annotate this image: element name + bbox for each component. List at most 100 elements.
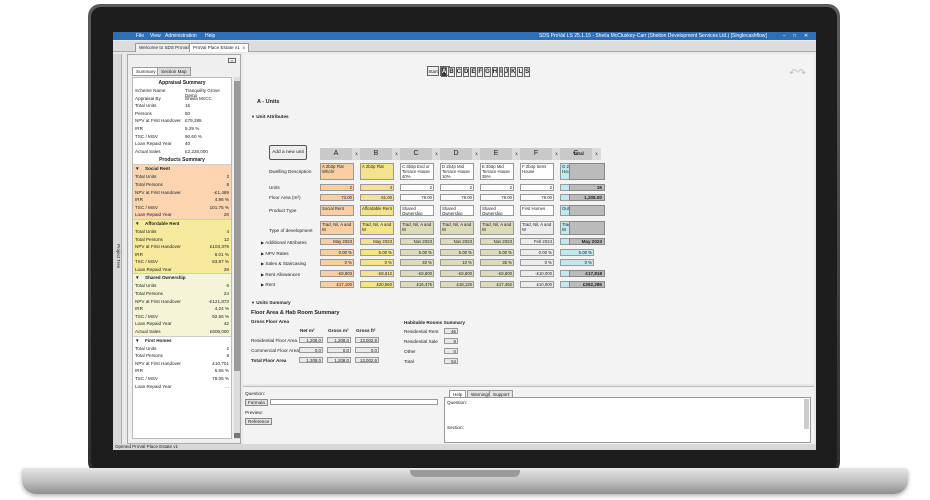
- sales-staircasing[interactable]: 0 %: [560, 259, 594, 266]
- tab-support[interactable]: Support: [489, 390, 514, 398]
- section-letter-c[interactable]: C: [455, 67, 463, 77]
- product-type-select[interactable]: Shared Ownership: [480, 205, 514, 216]
- section-letter-f[interactable]: F: [477, 67, 484, 77]
- units-input[interactable]: 2: [440, 184, 474, 191]
- section-letter-k[interactable]: K: [510, 67, 517, 77]
- product-type-select[interactable]: Affordable Rent: [360, 205, 394, 216]
- minimize-button[interactable]: –: [783, 33, 786, 39]
- delete-column-icon[interactable]: x: [592, 148, 601, 160]
- product-header[interactable]: ▼ Social Rent: [133, 165, 231, 173]
- units-input[interactable]: 4: [360, 184, 394, 191]
- handover-date[interactable]: Feb 2024: [520, 238, 554, 245]
- floor-area-input[interactable]: 79.00: [400, 194, 434, 201]
- rent-value[interactable]: £20,560: [360, 281, 394, 288]
- rent-allowance[interactable]: -£10,000: [520, 270, 554, 277]
- product-type-select[interactable]: Social Rent: [320, 205, 354, 216]
- section-letter-i[interactable]: I: [499, 67, 503, 77]
- section-start-button[interactable]: Start: [427, 66, 439, 76]
- tab-welcome[interactable]: Welcome to SDS ProVal: [135, 43, 193, 52]
- row-label-npv[interactable]: ▶ NPV Rates: [261, 251, 289, 256]
- rent-value[interactable]: £17,100: [320, 281, 354, 288]
- development-type[interactable]: Trad, Nil, A and W: [400, 221, 434, 235]
- product-header[interactable]: ▼ Shared Ownership: [133, 274, 231, 282]
- row-label-rent[interactable]: ▶ Rent: [261, 282, 275, 287]
- redo-icon[interactable]: ↷: [798, 68, 806, 79]
- handover-date[interactable]: May 2023: [320, 238, 354, 245]
- pin-icon[interactable]: ×: [228, 58, 236, 63]
- npv-rate[interactable]: 0.00 %: [320, 249, 354, 256]
- product-header[interactable]: ▼ First Homes: [133, 337, 231, 345]
- product-type-select[interactable]: Shared Ownership: [400, 205, 434, 216]
- section-letter-g[interactable]: G: [484, 67, 491, 77]
- close-tab-icon[interactable]: x: [243, 45, 245, 50]
- product-type-select[interactable]: First Homes: [520, 205, 554, 216]
- section-letter-s[interactable]: S: [524, 67, 531, 77]
- row-label-allow[interactable]: ▶ Rent Allowances: [261, 272, 300, 277]
- floor-area-input[interactable]: 79.00: [520, 194, 554, 201]
- dwelling-description[interactable]: A 2b3p Flat Whchr: [320, 163, 354, 180]
- sales-staircasing[interactable]: 40 %: [400, 259, 434, 266]
- units-input[interactable]: 2: [320, 184, 354, 191]
- add-unit-button[interactable]: Add a new unit: [269, 145, 307, 160]
- dwelling-description[interactable]: E 3b5p Mid Terrace House 35%: [480, 163, 514, 180]
- help-scrollbar[interactable]: [804, 399, 809, 429]
- scroll-down-arrow[interactable]: [234, 433, 240, 438]
- section-letter-b[interactable]: B: [448, 67, 455, 77]
- rent-allowance[interactable]: -£9,600: [440, 270, 474, 277]
- floor-area-input[interactable]: 73.00: [320, 194, 354, 201]
- npv-rate[interactable]: 5.00 %: [360, 249, 394, 256]
- maximize-button[interactable]: □: [793, 33, 796, 39]
- section-letter-j[interactable]: J: [503, 67, 510, 77]
- development-type[interactable]: Trad, Nil, A and W: [480, 221, 514, 235]
- rent-allowance[interactable]: -£8,612: [360, 270, 394, 277]
- dwelling-description[interactable]: A 2b3p Flat: [360, 163, 394, 180]
- scrollbar-thumb[interactable]: [234, 81, 240, 371]
- rent-allowance[interactable]: -£9,600: [480, 270, 514, 277]
- npv-rate[interactable]: 5.00 %: [560, 249, 594, 256]
- floor-area-input[interactable]: 79.00: [440, 194, 474, 201]
- product-type-select[interactable]: Shared Ownership: [440, 205, 474, 216]
- handover-date[interactable]: Nov 2023: [480, 238, 514, 245]
- close-window-button[interactable]: ✕: [804, 33, 808, 39]
- menu-administration[interactable]: Administration: [165, 33, 197, 39]
- tab-section-map[interactable]: Section Map: [157, 67, 191, 76]
- dwelling-description[interactable]: D 2b4p Mid Terrace House 10%: [440, 163, 474, 180]
- product-header[interactable]: ▼ Affordable Rent: [133, 220, 231, 228]
- rent-value[interactable]: £16,475: [400, 281, 434, 288]
- section-letter-l[interactable]: L: [517, 67, 524, 77]
- section-letter-h[interactable]: H: [491, 67, 499, 77]
- formula-button[interactable]: Formula: [245, 399, 268, 406]
- rent-value[interactable]: £10,000: [520, 281, 554, 288]
- sales-staircasing[interactable]: 0 %: [320, 259, 354, 266]
- summary-scrollbar[interactable]: [234, 77, 240, 439]
- rent-value[interactable]: £17,492: [480, 281, 514, 288]
- npv-rate[interactable]: 5.00 %: [440, 249, 474, 256]
- handover-date[interactable]: Nov 2023: [400, 238, 434, 245]
- units-summary-header[interactable]: ▼ Units Summary: [251, 300, 291, 305]
- tab-proval-place[interactable]: ProVal Place Estate v1 x: [189, 43, 249, 52]
- npv-rate[interactable]: 0.00 %: [520, 249, 554, 256]
- tab-help[interactable]: Help: [449, 390, 467, 398]
- development-type[interactable]: Trad, Nil, A and W: [360, 221, 394, 235]
- sales-staircasing[interactable]: 0 %: [360, 259, 394, 266]
- handover-date[interactable]: May 2023: [360, 238, 394, 245]
- npv-rate[interactable]: 5.00 %: [480, 249, 514, 256]
- handover-date[interactable]: Nov 2023: [440, 238, 474, 245]
- row-label-attr[interactable]: ▶ Additional Attributes: [261, 240, 307, 245]
- project-tree-strip[interactable]: Project Tree: [113, 54, 122, 444]
- units-input[interactable]: 2: [400, 184, 434, 191]
- rent-allowance[interactable]: -£9,600: [400, 270, 434, 277]
- rent-value[interactable]: £18,125: [440, 281, 474, 288]
- dwelling-description[interactable]: F 2b4p Semi House: [520, 163, 554, 180]
- section-letter-d[interactable]: D: [463, 67, 470, 77]
- menu-file[interactable]: File: [136, 33, 144, 39]
- unit-attributes-header[interactable]: ▼ Unit Attributes: [251, 114, 289, 119]
- section-letter-a[interactable]: A: [441, 67, 448, 77]
- development-type[interactable]: Trad, Nil, A and W: [520, 221, 554, 235]
- rent-allowance[interactable]: -£9,803: [320, 270, 354, 277]
- reference-button[interactable]: Reference: [245, 418, 273, 425]
- development-type[interactable]: Trad, Nil, A and W: [440, 221, 474, 235]
- floor-area-input[interactable]: 79.00: [480, 194, 514, 201]
- undo-icon[interactable]: ↶: [789, 68, 797, 79]
- floor-area-input[interactable]: 61.00: [360, 194, 394, 201]
